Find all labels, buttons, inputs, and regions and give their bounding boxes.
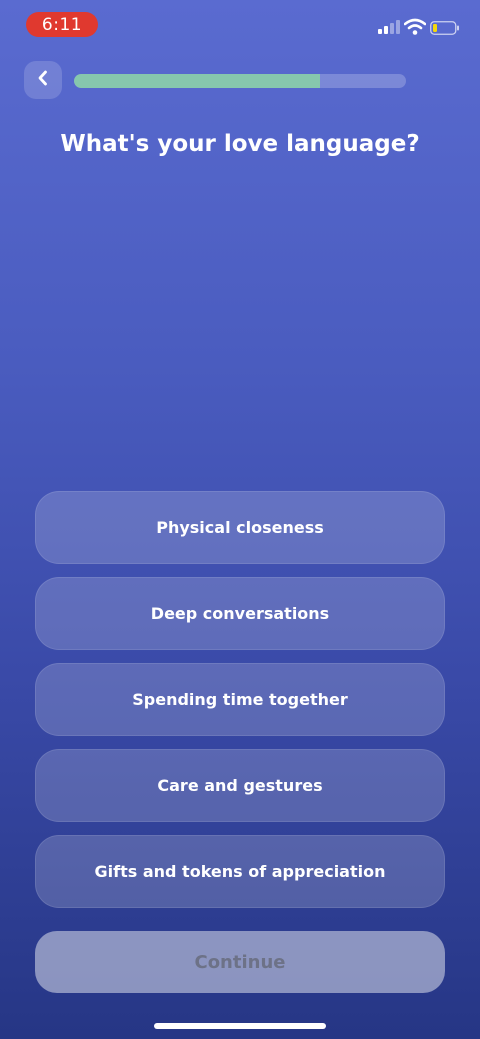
- cellular-signal-icon: [378, 20, 400, 34]
- back-button[interactable]: [24, 61, 62, 99]
- battery-low-icon: [430, 20, 459, 35]
- progress-bar: [74, 74, 406, 88]
- option-care-and-gestures[interactable]: Care and gestures: [35, 749, 445, 822]
- answer-options: Physical closeness Deep conversations Sp…: [35, 491, 445, 921]
- progress-fill: [74, 74, 320, 88]
- status-bar: 6:11: [0, 0, 480, 50]
- home-indicator[interactable]: [154, 1023, 326, 1029]
- wifi-icon: [403, 18, 427, 36]
- option-gifts-and-tokens[interactable]: Gifts and tokens of appreciation: [35, 835, 445, 908]
- status-time: 6:11: [26, 12, 98, 37]
- option-deep-conversations[interactable]: Deep conversations: [35, 577, 445, 650]
- page-title: What's your love language?: [60, 131, 420, 157]
- continue-button[interactable]: Continue: [35, 931, 445, 993]
- chevron-left-icon: [36, 70, 50, 90]
- option-spending-time-together[interactable]: Spending time together: [35, 663, 445, 736]
- option-physical-closeness[interactable]: Physical closeness: [35, 491, 445, 564]
